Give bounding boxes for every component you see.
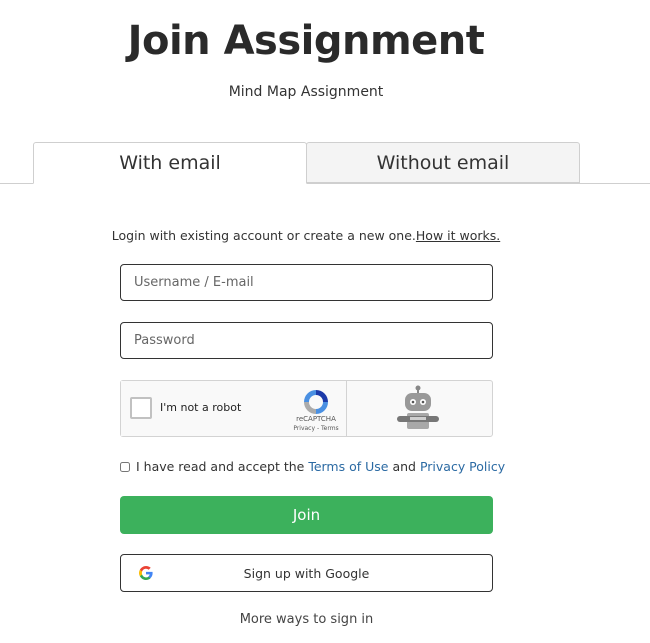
intro-text: Login with existing account or create a … [0, 228, 612, 243]
recaptcha-box: I'm not a robot reCAPTCHA Privacy - Term… [121, 381, 347, 436]
password-input[interactable] [120, 322, 493, 359]
recaptcha-privacy-terms: Privacy - Terms [293, 425, 339, 432]
recaptcha-brand: reCAPTCHA [296, 415, 336, 423]
recaptcha-logo-icon [304, 390, 328, 414]
page-title: Join Assignment [127, 18, 485, 64]
accept-terms-checkbox[interactable] [120, 461, 130, 472]
intro-message: Login with existing account or create a … [111, 228, 416, 243]
how-it-works-link[interactable]: How it works. [416, 228, 500, 243]
terms-of-use-link[interactable]: Terms of Use [308, 459, 388, 474]
assignment-name: Mind Map Assignment [228, 84, 384, 100]
terms-row: I have read and accept the Terms of Use … [120, 459, 505, 474]
tab-with-email[interactable]: With email [33, 142, 307, 184]
privacy-policy-link[interactable]: Privacy Policy [420, 459, 505, 474]
more-ways-link[interactable]: More ways to sign in [120, 612, 493, 627]
recaptcha-label: I'm not a robot [160, 401, 242, 414]
tab-without-email[interactable]: Without email [306, 142, 580, 183]
terms-and: and [388, 459, 420, 474]
username-input[interactable] [120, 264, 493, 301]
join-button[interactable]: Join [120, 496, 493, 534]
google-signup-button[interactable]: Sign up with Google [120, 554, 493, 592]
robot-icon [397, 385, 439, 429]
google-signup-label: Sign up with Google [243, 566, 370, 581]
recaptcha-widget: I'm not a robot reCAPTCHA Privacy - Term… [120, 380, 493, 437]
recaptcha-checkbox[interactable] [130, 397, 152, 419]
terms-prefix: I have read and accept the [136, 459, 309, 474]
